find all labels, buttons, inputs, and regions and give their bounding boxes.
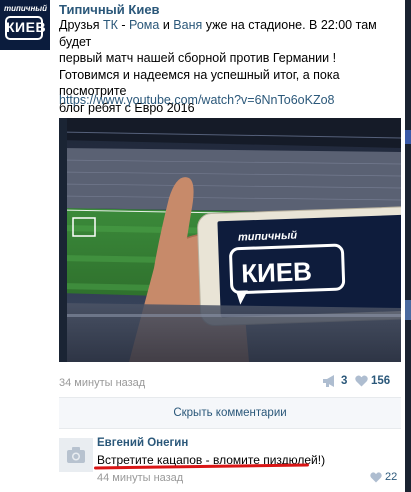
wall-post: типичный КИЕВ Типичный Киев Друзья ТК - …	[0, 0, 411, 492]
comment-author-link[interactable]: Евгений Онегин	[97, 437, 188, 449]
heart-icon	[370, 471, 382, 483]
share-button[interactable]: 3	[322, 375, 347, 387]
phone-big-text: КИЕВ	[241, 256, 313, 288]
post-text-line: первый матч нашей сборной против Германи…	[59, 51, 337, 65]
like-button[interactable]: 156	[355, 375, 390, 387]
comment-like-button[interactable]: 22	[370, 471, 397, 483]
hide-comments-button[interactable]: Скрыть комментарии	[59, 398, 401, 428]
post-text-part: и	[159, 18, 174, 32]
post-url-link[interactable]: https://www.youtube.com/watch?v=6NnTo6oK…	[59, 93, 335, 107]
divider	[59, 428, 401, 429]
community-avatar[interactable]: типичный КИЕВ	[0, 0, 50, 50]
post-text-part: -	[117, 18, 130, 32]
stadium-photo: типичный КИЕВ	[59, 118, 401, 362]
phone-small-text: типичный	[238, 230, 298, 244]
comment-like-count: 22	[385, 471, 398, 483]
edge-accent	[405, 130, 411, 144]
megaphone-icon	[323, 375, 334, 387]
avatar-big-text: КИЕВ	[6, 19, 47, 35]
mention-tk[interactable]: ТК	[103, 18, 118, 32]
page-edge-strip	[405, 0, 411, 492]
post-photo[interactable]: типичный КИЕВ	[59, 118, 401, 362]
mention-roma[interactable]: Рома	[129, 18, 159, 32]
camera-icon	[67, 447, 85, 463]
edge-accent	[405, 300, 411, 320]
mention-vanya[interactable]: Ваня	[173, 18, 202, 32]
like-count: 156	[371, 375, 391, 387]
avatar-small-text: типичный	[4, 4, 47, 13]
post-time[interactable]: 34 минуты назад	[59, 377, 145, 389]
comment-avatar[interactable]	[59, 438, 93, 472]
share-count: 3	[341, 375, 348, 387]
comment-time[interactable]: 44 минуты назад	[97, 472, 183, 484]
heart-icon	[355, 375, 368, 387]
post-author-link[interactable]: Типичный Киев	[59, 2, 160, 17]
post-text-part: Друзья	[59, 18, 104, 32]
